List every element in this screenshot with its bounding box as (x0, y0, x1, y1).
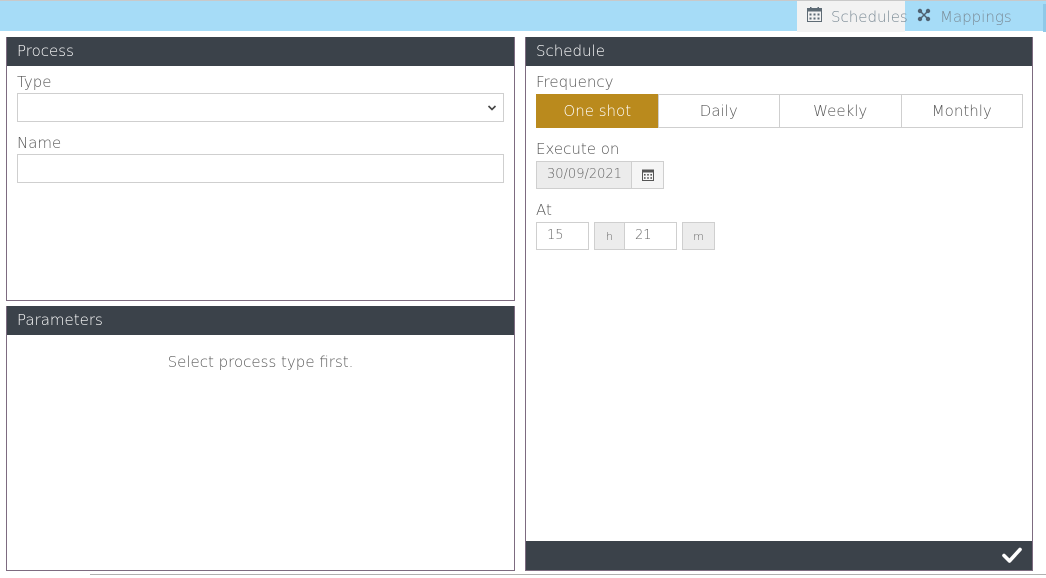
name-label: Name (17, 134, 62, 152)
frequency-one-shot-button[interactable]: One shot (536, 94, 659, 128)
tab-mappings-label: Mappings (940, 7, 1012, 26)
tab-schedules-label: Schedules (831, 7, 908, 26)
parameters-panel-title: Parameters (7, 306, 514, 335)
process-panel-title: Process (7, 37, 514, 66)
hour-input[interactable]: 15 (536, 222, 589, 250)
minute-input[interactable]: 21 (624, 222, 677, 250)
frequency-label: Frequency (536, 73, 614, 91)
bottom-divider (90, 574, 1046, 575)
execute-on-label: Execute on (536, 140, 620, 158)
hour-unit: h (594, 222, 625, 250)
calendar-icon (641, 166, 654, 185)
name-input[interactable] (17, 154, 504, 183)
schedule-footer (526, 541, 1032, 570)
tab-schedules[interactable]: Schedules (797, 1, 908, 32)
type-label: Type (17, 73, 52, 91)
frequency-monthly-button[interactable]: Monthly (900, 94, 1023, 128)
frequency-selector: One shot Daily Weekly Monthly (536, 94, 1023, 128)
chevron-down-icon (487, 100, 497, 114)
date-picker-button[interactable] (631, 161, 664, 189)
minute-unit: m (682, 222, 715, 250)
tab-mappings[interactable]: Mappings (905, 1, 1035, 32)
execute-on-date-field[interactable]: 30/09/2021 (536, 161, 632, 189)
schedule-panel-title: Schedule (526, 37, 1032, 66)
type-select[interactable] (17, 93, 504, 122)
calendar-icon (807, 7, 822, 26)
frequency-weekly-button[interactable]: Weekly (779, 94, 902, 128)
mappings-icon (917, 8, 931, 26)
frequency-daily-button[interactable]: Daily (657, 94, 780, 128)
parameters-empty-message: Select process type first. (167, 353, 354, 371)
process-panel: Process Type Name (6, 37, 515, 301)
parameters-panel: Parameters Select process type first. (6, 306, 515, 571)
top-bar: Schedules Mappings (0, 0, 1046, 32)
schedule-panel: Schedule Frequency One shot Daily Weekly… (525, 37, 1033, 571)
at-label: At (536, 201, 552, 219)
submit-check-button[interactable] (1002, 546, 1022, 564)
